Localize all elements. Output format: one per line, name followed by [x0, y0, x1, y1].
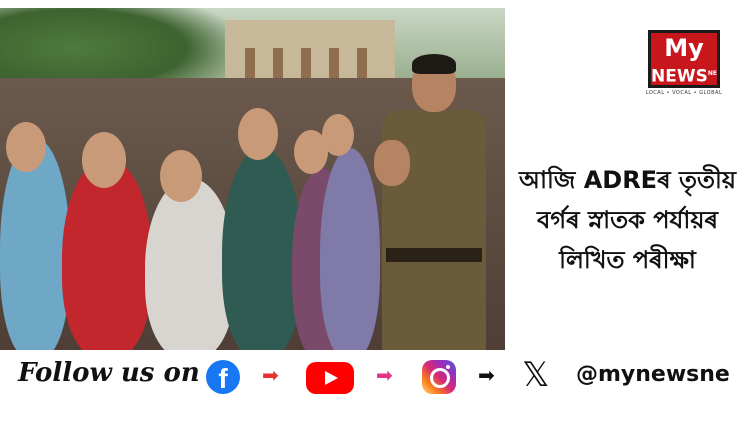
social-handle[interactable]: @mynewsne	[576, 362, 730, 387]
logo-line-1: My	[651, 33, 717, 63]
arrow-right-icon: ➡	[262, 363, 279, 387]
x-twitter-icon[interactable]: 𝕏	[522, 356, 549, 394]
headline: আজি ADREৰ তৃতীয় বৰ্গৰ স্নাতক পৰ্যায়ৰ ল…	[505, 160, 750, 280]
logo-line-2: NEWSNE	[651, 63, 717, 87]
headline-line-2: বৰ্গৰ স্নাতক পৰ্যায়ৰ	[537, 206, 718, 234]
follow-us-text: Follow us on	[18, 358, 200, 388]
mynewsne-logo: My NEWSNE	[648, 30, 720, 88]
facebook-icon[interactable]: f	[206, 360, 240, 394]
arrow-right-icon: ➡	[478, 363, 495, 387]
social-footer: Follow us on f ➡ ➡ ➡ 𝕏 @mynewsne	[0, 352, 750, 396]
instagram-icon[interactable]	[422, 360, 456, 394]
arrow-right-icon: ➡	[376, 363, 393, 387]
headline-line-1: আজি ADREৰ তৃতীয়	[519, 166, 736, 194]
police-officer-figure	[372, 48, 492, 350]
youtube-icon[interactable]	[306, 362, 354, 394]
headline-line-3: লিখিত পৰীক্ষা	[559, 246, 696, 274]
logo-tagline: LOCAL • VOCAL • GLOBAL	[645, 90, 723, 96]
news-photo	[0, 8, 505, 350]
